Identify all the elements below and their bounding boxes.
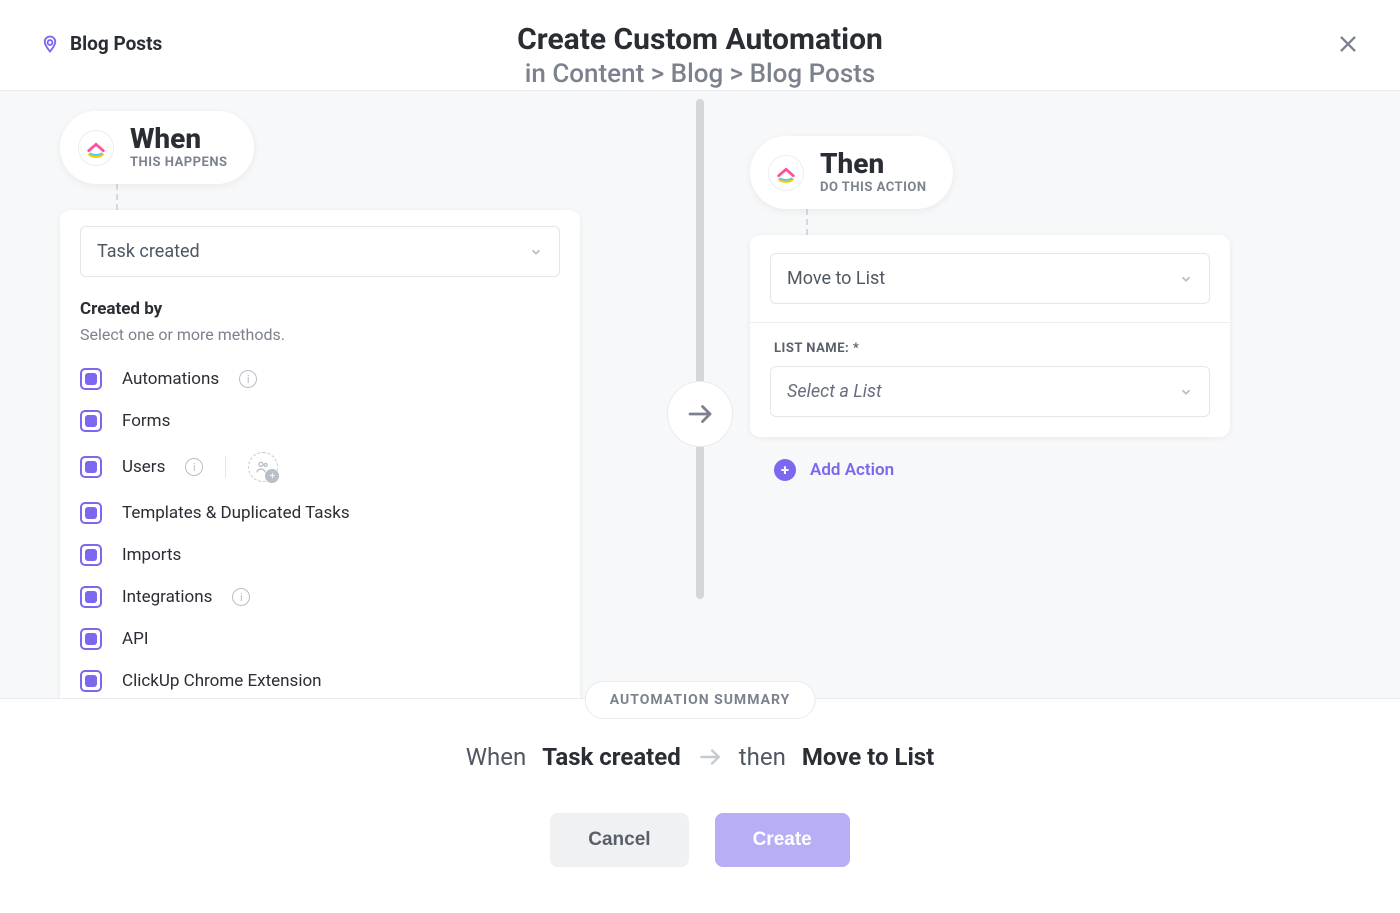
- location-label: Blog Posts: [70, 32, 162, 55]
- method-label: Forms: [122, 411, 170, 431]
- method-row: Forms: [80, 400, 560, 442]
- when-title: When: [130, 125, 228, 153]
- divider-line: [750, 322, 1230, 323]
- cancel-button[interactable]: Cancel: [550, 813, 688, 867]
- list-select[interactable]: Select a List: [770, 366, 1210, 417]
- chevron-down-icon: [529, 245, 543, 259]
- action-select[interactable]: Move to List: [770, 253, 1210, 304]
- clickup-logo-icon: [768, 155, 804, 191]
- when-column: When THIS HAPPENS Task created Created b…: [60, 111, 580, 698]
- summary-then-prefix: then: [739, 743, 786, 771]
- method-row: ClickUp Chrome Extension: [80, 660, 560, 698]
- assignee-picker[interactable]: +: [248, 452, 278, 482]
- chevron-down-icon: [1179, 385, 1193, 399]
- trigger-select-value: Task created: [97, 241, 200, 262]
- info-icon[interactable]: i: [232, 588, 250, 606]
- summary-line: When Task created then Move to List: [0, 743, 1400, 771]
- plus-circle-icon: +: [774, 459, 796, 481]
- method-checkbox[interactable]: [80, 586, 102, 608]
- summary-pill: AUTOMATION SUMMARY: [585, 681, 816, 719]
- method-checkbox[interactable]: [80, 544, 102, 566]
- when-subtitle: THIS HAPPENS: [130, 155, 228, 170]
- list-select-placeholder: Select a List: [787, 381, 882, 402]
- summary-when-value: Task created: [542, 743, 681, 771]
- method-label: Imports: [122, 545, 181, 565]
- method-label: Integrations: [122, 587, 212, 607]
- method-row: Automations i: [80, 358, 560, 400]
- method-checkbox[interactable]: [80, 456, 102, 478]
- create-button[interactable]: Create: [715, 813, 850, 867]
- then-card: Move to List LIST NAME: * Select a List: [750, 235, 1230, 437]
- created-by-hint: Select one or more methods.: [80, 325, 560, 344]
- method-checkbox[interactable]: [80, 410, 102, 432]
- info-icon[interactable]: i: [185, 458, 203, 476]
- separator: [225, 456, 226, 478]
- method-checkbox[interactable]: [80, 670, 102, 692]
- method-row: Imports: [80, 534, 560, 576]
- location-chip: Blog Posts: [40, 32, 162, 55]
- summary-then-value: Move to List: [802, 743, 934, 771]
- method-checkbox[interactable]: [80, 502, 102, 524]
- close-button[interactable]: [1334, 30, 1362, 58]
- then-title: Then: [820, 150, 927, 178]
- method-row: Integrations i: [80, 576, 560, 618]
- when-pill: When THIS HAPPENS: [60, 111, 254, 184]
- title-block: Create Custom Automation in Content > Bl…: [517, 0, 883, 89]
- info-icon[interactable]: i: [239, 370, 257, 388]
- add-action-button[interactable]: + Add Action: [774, 459, 1230, 481]
- method-label: API: [122, 629, 148, 649]
- modal-header: Blog Posts Create Custom Automation in C…: [0, 0, 1400, 90]
- method-checkbox[interactable]: [80, 368, 102, 390]
- flow-arrow-icon: [667, 381, 733, 447]
- connector-line: [116, 184, 118, 210]
- summary-when-prefix: When: [466, 743, 527, 771]
- trigger-select[interactable]: Task created: [80, 226, 560, 277]
- method-row: Templates & Duplicated Tasks: [80, 492, 560, 534]
- method-label: Automations: [122, 369, 219, 389]
- footer-buttons: Cancel Create: [0, 813, 1400, 867]
- arrow-right-icon: [697, 744, 723, 770]
- method-row: API: [80, 618, 560, 660]
- modal-title: Create Custom Automation: [517, 22, 883, 57]
- clickup-logo-icon: [78, 130, 114, 166]
- breadcrumb: in Content > Blog > Blog Posts: [517, 59, 883, 89]
- then-subtitle: DO THIS ACTION: [820, 180, 927, 195]
- method-label: Templates & Duplicated Tasks: [122, 503, 350, 523]
- action-select-value: Move to List: [787, 268, 885, 289]
- then-pill: Then DO THIS ACTION: [750, 136, 953, 209]
- location-pin-icon: [40, 34, 60, 54]
- when-card: Task created Created by Select one or mo…: [60, 210, 580, 698]
- add-action-label: Add Action: [810, 460, 894, 480]
- center-scrollbar[interactable]: [696, 99, 704, 599]
- method-checkbox[interactable]: [80, 628, 102, 650]
- automation-canvas: When THIS HAPPENS Task created Created b…: [0, 90, 1400, 698]
- chevron-down-icon: [1179, 272, 1193, 286]
- method-row: Users i +: [80, 442, 560, 492]
- list-name-label: LIST NAME: *: [774, 341, 1210, 356]
- connector-line: [806, 209, 808, 235]
- method-label: Users: [122, 457, 165, 477]
- footer: AUTOMATION SUMMARY When Task created the…: [0, 698, 1400, 913]
- created-by-label: Created by: [80, 299, 560, 319]
- then-column: Then DO THIS ACTION Move to List LIST NA…: [750, 136, 1230, 481]
- method-label: ClickUp Chrome Extension: [122, 671, 322, 691]
- plus-icon: +: [265, 469, 279, 483]
